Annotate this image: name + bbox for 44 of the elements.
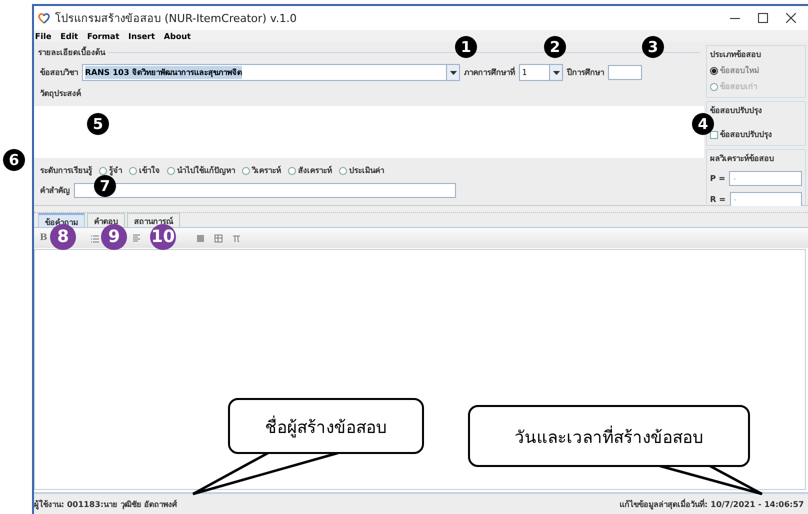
caret-icon <box>552 70 560 74</box>
tab[interactable]: คำตอบ <box>87 213 125 227</box>
field-label: ภาคการศึกษาที่ <box>464 66 515 79</box>
radio-button[interactable]: วิเคราะห์ <box>242 164 281 177</box>
app-logo-icon <box>38 12 50 24</box>
field-label: วัตถุประสงค์ <box>40 88 81 100</box>
year-field[interactable] <box>608 65 642 80</box>
menu-item[interactable]: Edit <box>59 32 80 40</box>
semester-dropdown[interactable]: 1 <box>519 64 563 81</box>
window-title: โปรแกรมสร้างข้อสอบ (NUR-ItemCreator) v.1.0 <box>55 11 298 27</box>
field-label: R = <box>710 195 726 204</box>
group-title: ประเภทข้อสอบ <box>710 49 762 61</box>
status-text: แก้ไขข้อมูลล่าสุดเมื่อวันที่: 10/7/2021 - 14:06:57 <box>620 498 804 510</box>
number-marker: 6 <box>3 149 25 171</box>
tab[interactable]: สถานการณ์ <box>127 213 180 227</box>
field-label: ระดับการเรียนรู้ <box>40 165 92 177</box>
radio-button[interactable]: นำไปใช้แก้ปัญหา <box>167 164 235 177</box>
align-icon[interactable] <box>131 232 142 244</box>
tab[interactable]: ข้อคำถาม <box>38 213 85 227</box>
status-text: ผู้ใช้งาน: 001183:นาย วุฒิชัย อัตถาพงศ์ <box>34 498 178 510</box>
menu-item[interactable]: Format <box>86 32 120 40</box>
table-icon[interactable] <box>213 232 224 244</box>
close-icon[interactable] <box>786 13 796 23</box>
callout: ชื่อผู้สร้างข้อสอบ <box>228 398 424 454</box>
field-label: ปีการศึกษา <box>567 67 604 79</box>
radio-button[interactable]: เข้าใจ <box>129 164 160 177</box>
field-label: ข้อสอบวิชา <box>40 67 78 79</box>
course-dropdown[interactable]: RANS 103 จิตวิทยาพัฒนาการและสุขภาพจิต <box>82 64 460 81</box>
field-label: P = <box>710 174 726 183</box>
radio-button[interactable]: สังเคราะห์ <box>288 164 332 177</box>
field-label: คำสำคัญ <box>40 185 70 197</box>
splitter-bar[interactable] <box>34 206 808 213</box>
callout: วันและเวลาที่สร้างข้อสอบ <box>468 405 750 467</box>
group-title: รายละเอียดเบื้องต้น <box>38 46 105 59</box>
maximize-icon[interactable] <box>758 13 768 23</box>
radio-button[interactable]: ประเมินค่า <box>339 164 384 177</box>
menu-item[interactable]: About <box>162 32 192 40</box>
menu-item[interactable]: File <box>34 32 52 40</box>
group-title: ผลวิเคราะห์ข้อสอบ <box>710 152 775 165</box>
caret-icon <box>450 70 456 74</box>
image-icon[interactable] <box>195 232 206 244</box>
bold-button[interactable]: B <box>38 232 49 244</box>
menu-item[interactable]: Insert <box>127 32 156 40</box>
radio-button[interactable]: รู้จำ <box>99 164 122 177</box>
